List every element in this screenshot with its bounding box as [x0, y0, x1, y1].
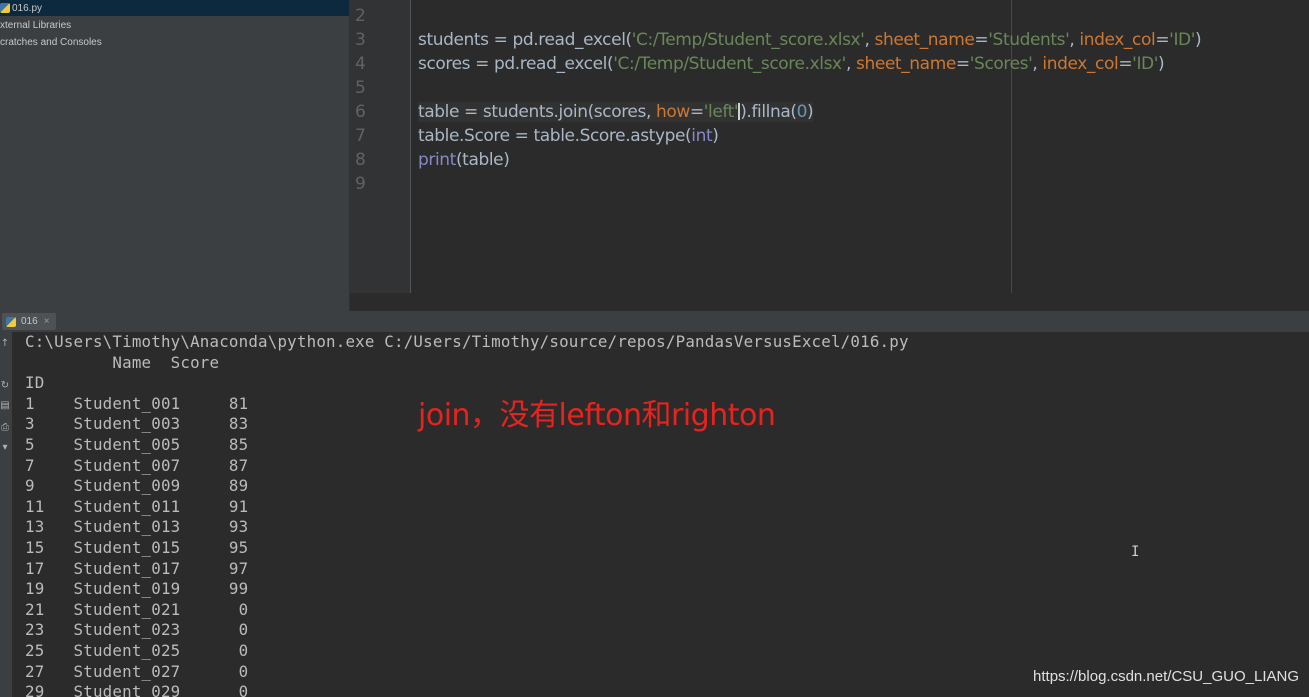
code-line-7[interactable]: table.Score = table.Score.astype(int)	[418, 126, 719, 146]
code-token: how	[655, 102, 690, 122]
code-token: table = students.join(scores,	[418, 102, 656, 122]
text-cursor-icon: I	[1131, 544, 1140, 560]
code-token: =	[955, 54, 970, 74]
editor-horizontal-scroll-area[interactable]	[350, 293, 1309, 311]
console-row: 15 Student_015 95	[25, 538, 249, 557]
code-line-3[interactable]: students = pd.read_excel('C:/Temp/Studen…	[418, 30, 1202, 50]
tree-item-label: cratches and Consoles	[0, 36, 102, 48]
code-token: table.Score = table.Score.astype(	[418, 126, 692, 146]
project-panel: 016.py xternal Libraries cratches and Co…	[0, 0, 350, 311]
code-token: sheet_name	[874, 30, 975, 50]
line-number: 2	[355, 6, 366, 26]
console-row: 19 Student_019 99	[25, 579, 249, 599]
code-token: 'left'	[703, 102, 739, 122]
code-token: =	[689, 102, 704, 122]
console-index-label: ID	[25, 373, 45, 393]
rerun-icon[interactable]: ↻	[0, 380, 10, 392]
run-tab-016[interactable]: 016 ×	[2, 313, 56, 330]
code-token: 'C:/Temp/Student_score.xlsx'	[613, 54, 846, 74]
console-row: 7 Student_007 87	[25, 455, 249, 475]
code-token: =	[974, 30, 989, 50]
code-line-4[interactable]: scores = pd.read_excel('C:/Temp/Student_…	[418, 54, 1165, 74]
python-run-icon	[6, 316, 16, 327]
code-token: index_col	[1079, 30, 1156, 50]
code-token: ,	[1032, 54, 1043, 74]
code-token: (table)	[455, 150, 510, 170]
console-row: 5 Student_005 85	[25, 435, 249, 454]
tree-item-external-libraries[interactable]: xternal Libraries	[0, 17, 349, 33]
line-number: 5	[355, 78, 366, 98]
console-row: 17 Student_017 97	[25, 558, 249, 578]
code-token: )	[712, 126, 719, 146]
code-line-6[interactable]: table = students.join(scores, how='left'…	[418, 102, 814, 122]
code-line-8[interactable]: print(table)	[418, 150, 510, 170]
console-row: 3 Student_003 83	[25, 414, 249, 434]
console-table-header: Name Score	[25, 352, 220, 372]
run-tool-window-tabbar: 016 ×	[0, 311, 1309, 333]
line-number: 9	[355, 174, 366, 194]
code-token: )	[1158, 54, 1165, 74]
line-number: 4	[355, 54, 366, 74]
trash-icon[interactable]: ▾	[0, 442, 10, 454]
console-row: 23 Student_023 0	[25, 620, 249, 640]
tree-item-scratches[interactable]: cratches and Consoles	[0, 34, 349, 50]
code-token: =	[1118, 54, 1133, 74]
code-token: sheet_name	[855, 54, 956, 74]
code-token: =	[1155, 30, 1170, 50]
console-row: 21 Student_021 0	[25, 599, 249, 619]
code-token: 'ID'	[1169, 30, 1196, 50]
watermark: https://blog.csdn.net/CSU_GUO_LIANG	[1033, 668, 1299, 685]
tree-item-label: xternal Libraries	[0, 19, 72, 31]
print-icon[interactable]: ⎙	[0, 422, 10, 434]
console-row: 9 Student_009 89	[25, 476, 249, 496]
console-row: 13 Student_013 93	[25, 517, 249, 537]
annotation-text: join，没有lefton和righton	[418, 398, 776, 433]
tree-item-016-py[interactable]: 016.py	[0, 0, 349, 16]
line-number: 6	[355, 102, 366, 122]
up-arrow-icon[interactable]: ↑	[0, 338, 10, 350]
console-row: 27 Student_027 0	[25, 661, 249, 681]
tree-item-label: 016.py	[12, 2, 43, 14]
code-token: 'C:/Temp/Student_score.xlsx'	[631, 30, 865, 50]
code-token: index_col	[1042, 54, 1119, 74]
code-token: int	[691, 126, 713, 146]
code-token: 'Students'	[988, 30, 1070, 50]
code-editor[interactable]: 2 3 4 5 6 7 8 9 students = pd.read_excel…	[350, 0, 1309, 293]
line-number-gutter: 2 3 4 5 6 7 8 9	[350, 0, 411, 293]
line-number: 3	[355, 30, 366, 50]
code-token: ,	[845, 54, 856, 74]
console-row: 1 Student_001 81	[25, 393, 249, 413]
close-icon[interactable]: ×	[44, 316, 50, 327]
line-number: 7	[355, 126, 366, 146]
code-token: print	[418, 150, 456, 170]
python-file-icon	[0, 3, 10, 13]
code-token: scores = pd.read_excel(	[418, 54, 614, 74]
stop-icon[interactable]: ▤	[0, 400, 10, 412]
code-token: 'Scores'	[969, 54, 1033, 74]
code-token: 0	[796, 102, 808, 122]
code-token: ,	[1069, 30, 1080, 50]
console-command: C:\Users\Timothy\Anaconda\python.exe C:/…	[25, 332, 909, 351]
console-output[interactable]: C:\Users\Timothy\Anaconda\python.exe C:/…	[12, 332, 1309, 697]
code-token: ).fillna(	[740, 102, 797, 122]
code-token: students = pd.read_excel(	[418, 30, 632, 50]
console-row: 11 Student_011 91	[25, 496, 249, 516]
line-number: 8	[355, 150, 366, 170]
code-token: 'ID'	[1132, 54, 1159, 74]
run-side-toolbar: ↑ ↻ ▤ ⎙ ▾	[0, 332, 12, 697]
console-row: 25 Student_025 0	[25, 641, 249, 660]
code-token: )	[1195, 30, 1202, 50]
code-token: ,	[864, 30, 875, 50]
console-row: 29 Student_029 0	[25, 682, 249, 697]
run-tab-label: 016	[21, 316, 38, 327]
code-token: )	[807, 102, 814, 122]
